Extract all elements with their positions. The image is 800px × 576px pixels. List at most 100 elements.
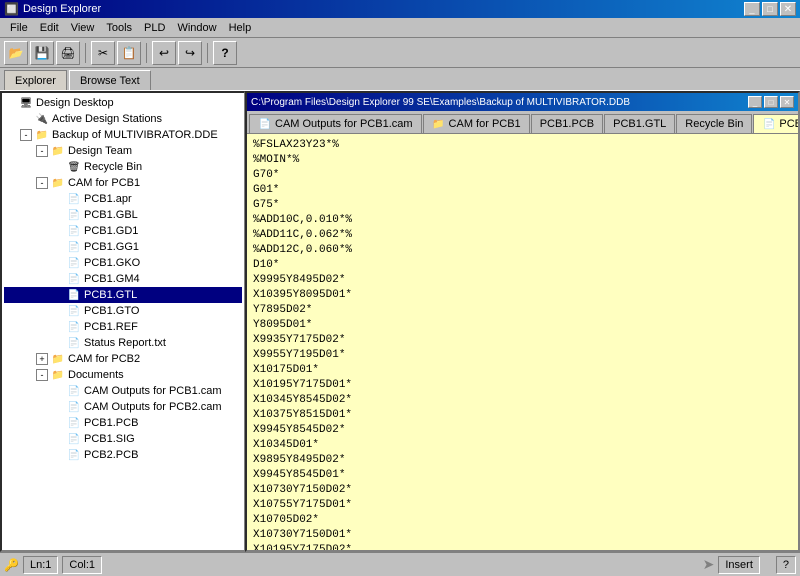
tree-item-label: PCB1.GKO <box>82 257 140 269</box>
tree-item-icon: 📄 <box>66 399 82 415</box>
doc-tab-cam-outputs[interactable]: 📄 CAM Outputs for PCB1.cam <box>249 114 422 133</box>
tree-item-status-report[interactable]: 📄Status Report.txt <box>4 335 242 351</box>
tree-item-pcb1-ref[interactable]: 📄PCB1.REF <box>4 319 242 335</box>
toolbar: 📂 💾 🖨 ✂ 📋 ↩ ↪ ? <box>0 38 800 68</box>
open-folder-btn[interactable]: 📂 <box>4 41 28 65</box>
undo-btn[interactable]: ↩ <box>152 41 176 65</box>
expand-btn[interactable]: - <box>36 177 48 189</box>
maximize-button[interactable]: □ <box>762 2 778 16</box>
cut-btn[interactable]: ✂ <box>91 41 115 65</box>
tree-item-documents[interactable]: -📁Documents <box>4 367 242 383</box>
tree-item-icon: 📁 <box>50 175 66 191</box>
menu-tools[interactable]: Tools <box>100 20 138 36</box>
main-content: 🖥Design Desktop🔌Active Design Stations-📁… <box>0 90 800 552</box>
doc-tab-icon-0: 📄 <box>258 117 272 131</box>
tree-item-icon: 📄 <box>66 303 82 319</box>
menu-window[interactable]: Window <box>171 20 222 36</box>
tree-item-design-desktop[interactable]: 🖥Design Desktop <box>4 95 242 111</box>
title-bar-buttons: _ □ ✕ <box>744 2 796 16</box>
text-line: X10195Y7175D02* <box>253 543 792 550</box>
tree-item-label: PCB1.SIG <box>82 433 135 445</box>
text-content-area[interactable]: %FSLAX23Y23*%%MOIN*%G70*G01*G75*%ADD10C,… <box>247 133 798 550</box>
tree-item-pcb1-sig[interactable]: 📄PCB1.SIG <box>4 431 242 447</box>
menu-file[interactable]: File <box>4 20 34 36</box>
inner-close-btn[interactable]: ✕ <box>780 96 794 108</box>
tree-item-label: PCB1.GG1 <box>82 241 139 253</box>
redo-btn[interactable]: ↪ <box>178 41 202 65</box>
doc-tab-pcb1-gtl-1[interactable]: PCB1.GTL <box>604 114 675 133</box>
menu-help[interactable]: Help <box>223 20 258 36</box>
doc-tab-pcb1-gtl-active[interactable]: 📄 PCB1.GTL <box>753 114 798 133</box>
tree-item-cam-for-pcb2[interactable]: +📁CAM for PCB2 <box>4 351 242 367</box>
help-btn[interactable]: ? <box>213 41 237 65</box>
inner-maximize-btn[interactable]: □ <box>764 96 778 108</box>
text-line: X10730Y7150D02* <box>253 483 792 498</box>
tree-item-pcb1-gto[interactable]: 📄PCB1.GTO <box>4 303 242 319</box>
expand-btn[interactable]: - <box>20 129 32 141</box>
text-line: X10175D01* <box>253 363 792 378</box>
text-line: X9935Y7175D02* <box>253 333 792 348</box>
status-help[interactable]: ? <box>776 556 796 574</box>
tree-item-pcb1-gtl[interactable]: 📄PCB1.GTL <box>4 287 242 303</box>
tree-item-label: Recycle Bin <box>82 161 142 173</box>
text-line: X10395Y8095D01* <box>253 288 792 303</box>
tree-item-pcb1-gbl[interactable]: 📄PCB1.GBL <box>4 207 242 223</box>
tab-browse-text[interactable]: Browse Text <box>69 70 151 90</box>
expand-btn[interactable]: - <box>36 145 48 157</box>
inner-minimize-btn[interactable]: _ <box>748 96 762 108</box>
doc-tabs: 📄 CAM Outputs for PCB1.cam 📁 CAM for PCB… <box>247 111 798 133</box>
tree-item-pcb1-pcb[interactable]: 📄PCB1.PCB <box>4 415 242 431</box>
doc-tab-recycle[interactable]: Recycle Bin <box>676 114 752 133</box>
text-line: D10* <box>253 258 792 273</box>
tree-item-cam-outputs-pcb2[interactable]: 📄CAM Outputs for PCB2.cam <box>4 399 242 415</box>
save-btn[interactable]: 💾 <box>30 41 54 65</box>
tree-item-pcb2-pcb[interactable]: 📄PCB2.PCB <box>4 447 242 463</box>
close-button[interactable]: ✕ <box>780 2 796 16</box>
tree-item-label: CAM for PCB1 <box>66 177 140 189</box>
text-line: X9895Y8495D02* <box>253 453 792 468</box>
text-line: %MOIN*% <box>253 153 792 168</box>
tree-item-icon: 🗑 <box>66 159 82 175</box>
tree-item-recycle-bin[interactable]: 🗑Recycle Bin <box>4 159 242 175</box>
status-arrow: ➤ <box>703 556 715 573</box>
text-line: X9945Y8545D01* <box>253 468 792 483</box>
tree-item-icon: 📁 <box>50 367 66 383</box>
doc-tab-cam-pcb1[interactable]: 📁 CAM for PCB1 <box>423 114 530 133</box>
tree-item-backup-multivibrator[interactable]: -📁Backup of MULTIVIBRATOR.DDE <box>4 127 242 143</box>
text-line: X10755Y7175D01* <box>253 498 792 513</box>
print-btn[interactable]: 🖨 <box>56 41 80 65</box>
text-line: X9995Y8495D02* <box>253 273 792 288</box>
tree-item-design-team[interactable]: -📁Design Team <box>4 143 242 159</box>
tree-item-icon: 📄 <box>66 191 82 207</box>
menu-view[interactable]: View <box>65 20 101 36</box>
tree-item-pcb1-gm4[interactable]: 📄PCB1.GM4 <box>4 271 242 287</box>
tree-item-active-design[interactable]: 🔌Active Design Stations <box>4 111 242 127</box>
paste-btn[interactable]: 📋 <box>117 41 141 65</box>
expand-btn[interactable]: + <box>36 353 48 365</box>
text-line: G75* <box>253 198 792 213</box>
toolbar-sep-1 <box>85 43 86 63</box>
tree-item-pcb1-apr[interactable]: 📄PCB1.apr <box>4 191 242 207</box>
tree-item-label: PCB1.apr <box>82 193 132 205</box>
tree-item-cam-for-pcb1[interactable]: -📁CAM for PCB1 <box>4 175 242 191</box>
expand-btn[interactable]: - <box>36 369 48 381</box>
tree-item-label: Active Design Stations <box>50 113 162 125</box>
text-line: %ADD10C,0.010*% <box>253 213 792 228</box>
tree-item-pcb1-gd1[interactable]: 📄PCB1.GD1 <box>4 223 242 239</box>
tree-container: 🖥Design Desktop🔌Active Design Stations-📁… <box>4 95 242 463</box>
right-panel: C:\Program Files\Design Explorer 99 SE\E… <box>245 91 800 552</box>
tree-item-label: PCB1.GTO <box>82 305 139 317</box>
tab-explorer[interactable]: Explorer <box>4 70 67 90</box>
menu-edit[interactable]: Edit <box>34 20 65 36</box>
tree-item-icon: 📁 <box>50 143 66 159</box>
tree-item-pcb1-gg1[interactable]: 📄PCB1.GG1 <box>4 239 242 255</box>
tree-item-pcb1-gko[interactable]: 📄PCB1.GKO <box>4 255 242 271</box>
tree-item-cam-outputs-pcb1[interactable]: 📄CAM Outputs for PCB1.cam <box>4 383 242 399</box>
toolbar-sep-3 <box>207 43 208 63</box>
text-line: Y8095D01* <box>253 318 792 333</box>
minimize-button[interactable]: _ <box>744 2 760 16</box>
tree-item-label: Status Report.txt <box>82 337 166 349</box>
menu-pld[interactable]: PLD <box>138 20 171 36</box>
text-line: %FSLAX23Y23*% <box>253 138 792 153</box>
doc-tab-pcb1-pcb[interactable]: PCB1.PCB <box>531 114 603 133</box>
